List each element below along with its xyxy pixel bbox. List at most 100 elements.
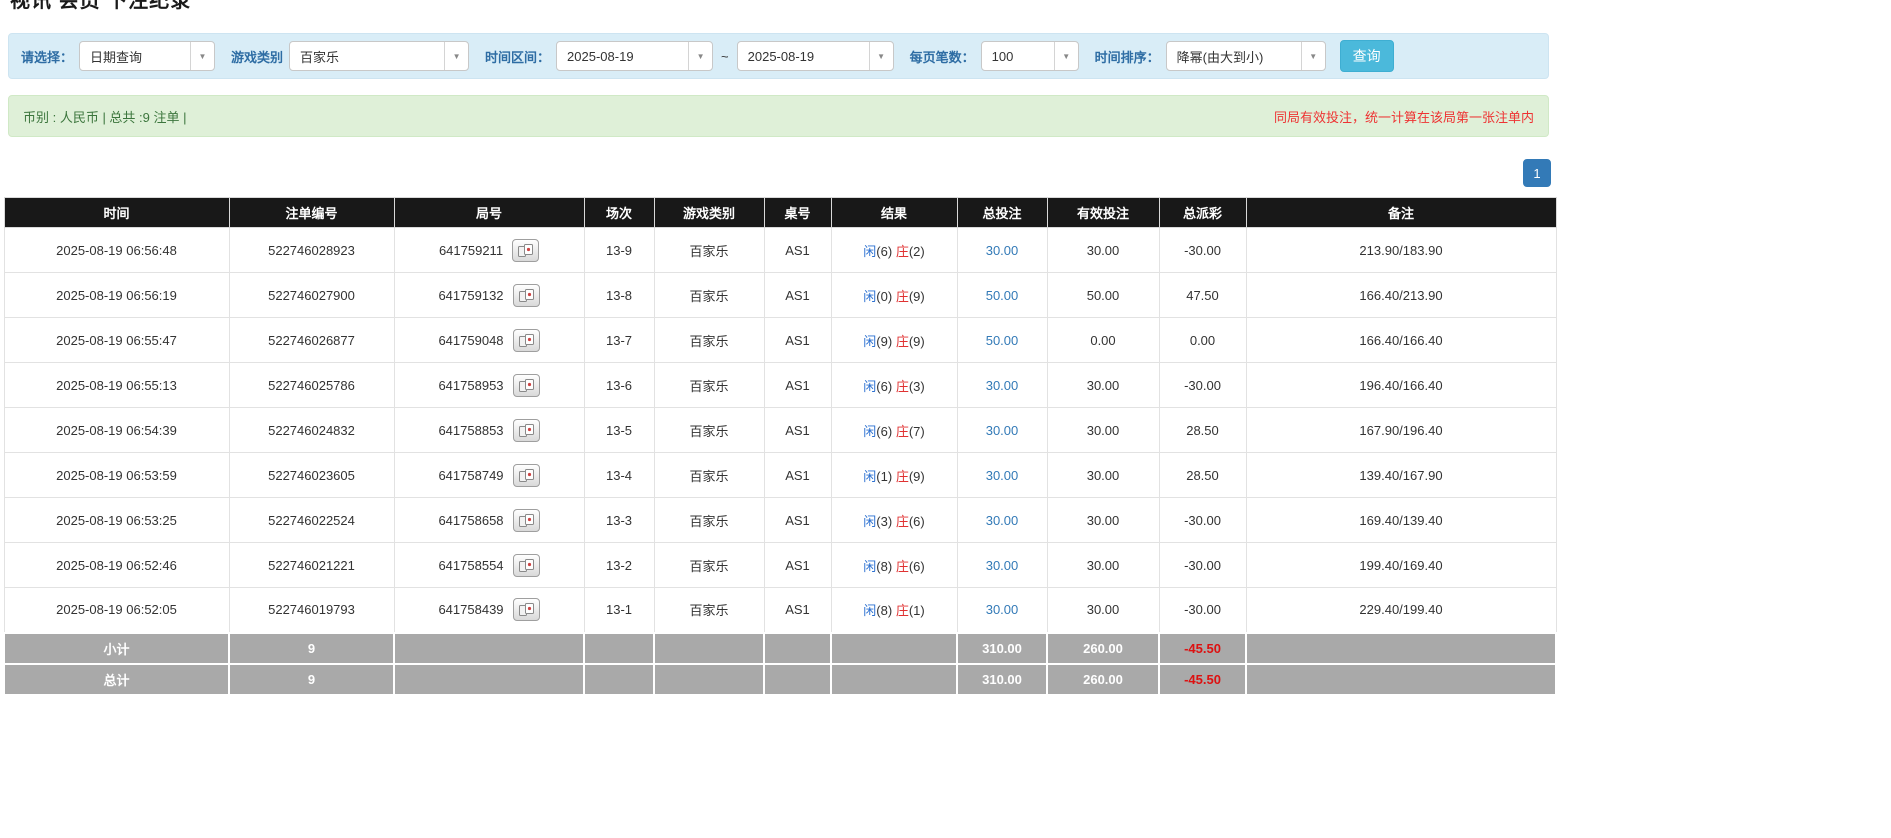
valid-bet-cell: 30.00 bbox=[1047, 588, 1159, 633]
round-cell: 641758554 bbox=[394, 543, 584, 588]
summary-empty-cell bbox=[394, 633, 584, 664]
bet-id-cell: 522746026877 bbox=[229, 318, 394, 363]
search-button[interactable]: 查询 bbox=[1340, 40, 1394, 72]
page-size-select[interactable]: 100 ▼ bbox=[981, 41, 1079, 71]
round-cell: 641758439 bbox=[394, 588, 584, 633]
bet-id-cell: 522746022524 bbox=[229, 498, 394, 543]
round-cell: 641759132 bbox=[394, 273, 584, 318]
summary-label-cell: 总计 bbox=[4, 664, 229, 695]
round-wrap: 641758749 bbox=[438, 464, 539, 487]
total-bet-link[interactable]: 30.00 bbox=[986, 423, 1019, 438]
table-row: 2025-08-19 06:53:25522746022524641758658… bbox=[4, 498, 1556, 543]
total-bet-cell: 30.00 bbox=[957, 543, 1047, 588]
total-bet-link[interactable]: 30.00 bbox=[986, 378, 1019, 393]
game-category-cell: 百家乐 bbox=[654, 228, 764, 273]
round-detail-button[interactable] bbox=[513, 419, 540, 442]
time-cell: 2025-08-19 06:55:13 bbox=[4, 363, 229, 408]
table-body: 2025-08-19 06:56:48522746028923641759211… bbox=[4, 228, 1556, 695]
column-header: 游戏类别 bbox=[654, 198, 764, 228]
table-number-cell: AS1 bbox=[764, 318, 831, 363]
total-bet-link[interactable]: 30.00 bbox=[986, 513, 1019, 528]
chevron-down-icon: ▼ bbox=[688, 42, 712, 70]
player-result-label: 闲 bbox=[863, 424, 876, 439]
summary-row: 小计9310.00260.00-45.50 bbox=[4, 633, 1556, 664]
round-detail-button[interactable] bbox=[513, 464, 540, 487]
time-cell: 2025-08-19 06:56:48 bbox=[4, 228, 229, 273]
summary-payout-cell: -45.50 bbox=[1159, 664, 1246, 695]
time-cell: 2025-08-19 06:53:59 bbox=[4, 453, 229, 498]
round-number: 641758749 bbox=[438, 468, 503, 483]
banker-result-score: (3) bbox=[909, 379, 925, 394]
page-button-1[interactable]: 1 bbox=[1523, 159, 1551, 187]
player-result-score: (1) bbox=[876, 469, 892, 484]
column-header: 局号 bbox=[394, 198, 584, 228]
banker-result-label: 庄 bbox=[896, 603, 909, 618]
banker-result-score: (6) bbox=[909, 559, 925, 574]
cards-icon bbox=[519, 424, 534, 437]
round-detail-button[interactable] bbox=[513, 374, 540, 397]
round-cell: 641758953 bbox=[394, 363, 584, 408]
sort-order-value: 降幂(由大到小) bbox=[1167, 47, 1264, 66]
game-category-cell: 百家乐 bbox=[654, 453, 764, 498]
total-bet-link[interactable]: 30.00 bbox=[986, 468, 1019, 483]
bet-id-cell: 522746025786 bbox=[229, 363, 394, 408]
banker-result-score: (9) bbox=[909, 469, 925, 484]
filter-bar: 请选择： 日期查询 ▼ 游戏类别 百家乐 ▼ 时间区间： 2025-08-19 … bbox=[8, 33, 1549, 79]
player-result-score: (3) bbox=[876, 514, 892, 529]
banker-result-label: 庄 bbox=[896, 244, 909, 259]
date-to-value: 2025-08-19 bbox=[738, 49, 815, 64]
round-cell: 641759211 bbox=[394, 228, 584, 273]
cards-icon bbox=[519, 289, 534, 302]
valid-bet-cell: 50.00 bbox=[1047, 273, 1159, 318]
round-wrap: 641758554 bbox=[438, 554, 539, 577]
payout-cell: -30.00 bbox=[1159, 543, 1246, 588]
total-bet-link[interactable]: 50.00 bbox=[986, 333, 1019, 348]
round-detail-button[interactable] bbox=[513, 554, 540, 577]
cards-icon bbox=[519, 514, 534, 527]
result-cell: 闲(6) 庄(3) bbox=[831, 363, 957, 408]
session-cell: 13-1 bbox=[584, 588, 654, 633]
round-detail-button[interactable] bbox=[513, 284, 540, 307]
summary-empty-cell bbox=[584, 633, 654, 664]
table-number-cell: AS1 bbox=[764, 543, 831, 588]
total-bet-link[interactable]: 30.00 bbox=[986, 243, 1019, 258]
round-detail-button[interactable] bbox=[513, 329, 540, 352]
session-cell: 13-7 bbox=[584, 318, 654, 363]
sort-order-select[interactable]: 降幂(由大到小) ▼ bbox=[1166, 41, 1326, 71]
summary-empty-cell bbox=[831, 664, 957, 695]
round-detail-button[interactable] bbox=[513, 509, 540, 532]
session-cell: 13-9 bbox=[584, 228, 654, 273]
summary-payout-cell: -45.50 bbox=[1159, 633, 1246, 664]
currency-summary-text: 币别 : 人民币 | 总共 :9 注单 | bbox=[23, 107, 187, 126]
round-number: 641758953 bbox=[438, 378, 503, 393]
banker-result-label: 庄 bbox=[896, 379, 909, 394]
game-category-select[interactable]: 百家乐 ▼ bbox=[289, 41, 469, 71]
result-cell: 闲(9) 庄(9) bbox=[831, 318, 957, 363]
table-number-cell: AS1 bbox=[764, 273, 831, 318]
total-bet-link[interactable]: 50.00 bbox=[986, 288, 1019, 303]
payout-cell: 28.50 bbox=[1159, 408, 1246, 453]
session-cell: 13-8 bbox=[584, 273, 654, 318]
player-result-label: 闲 bbox=[863, 603, 876, 618]
table-number-cell: AS1 bbox=[764, 453, 831, 498]
payout-cell: -30.00 bbox=[1159, 498, 1246, 543]
date-to-select[interactable]: 2025-08-19 ▼ bbox=[737, 41, 894, 71]
column-header: 有效投注 bbox=[1047, 198, 1159, 228]
total-bet-link[interactable]: 30.00 bbox=[986, 558, 1019, 573]
summary-empty-cell bbox=[654, 633, 764, 664]
summary-count-cell: 9 bbox=[229, 633, 394, 664]
query-type-select[interactable]: 日期查询 ▼ bbox=[79, 41, 215, 71]
round-detail-button[interactable] bbox=[512, 239, 539, 262]
table-row: 2025-08-19 06:54:39522746024832641758853… bbox=[4, 408, 1556, 453]
page-container: 视讯 会员 下注纪录 请选择： 日期查询 ▼ 游戏类别 百家乐 ▼ 时间区间： … bbox=[0, 0, 1557, 696]
result-cell: 闲(0) 庄(9) bbox=[831, 273, 957, 318]
remark-cell: 169.40/139.40 bbox=[1246, 498, 1556, 543]
query-type-label: 请选择： bbox=[21, 47, 73, 66]
payout-cell: -30.00 bbox=[1159, 363, 1246, 408]
table-row: 2025-08-19 06:55:13522746025786 641758953… bbox=[4, 363, 1556, 408]
round-wrap: 641758439 bbox=[438, 598, 539, 621]
round-detail-button[interactable] bbox=[513, 598, 540, 621]
summary-empty-cell bbox=[764, 633, 831, 664]
date-from-select[interactable]: 2025-08-19 ▼ bbox=[556, 41, 713, 71]
total-bet-link[interactable]: 30.00 bbox=[986, 602, 1019, 617]
